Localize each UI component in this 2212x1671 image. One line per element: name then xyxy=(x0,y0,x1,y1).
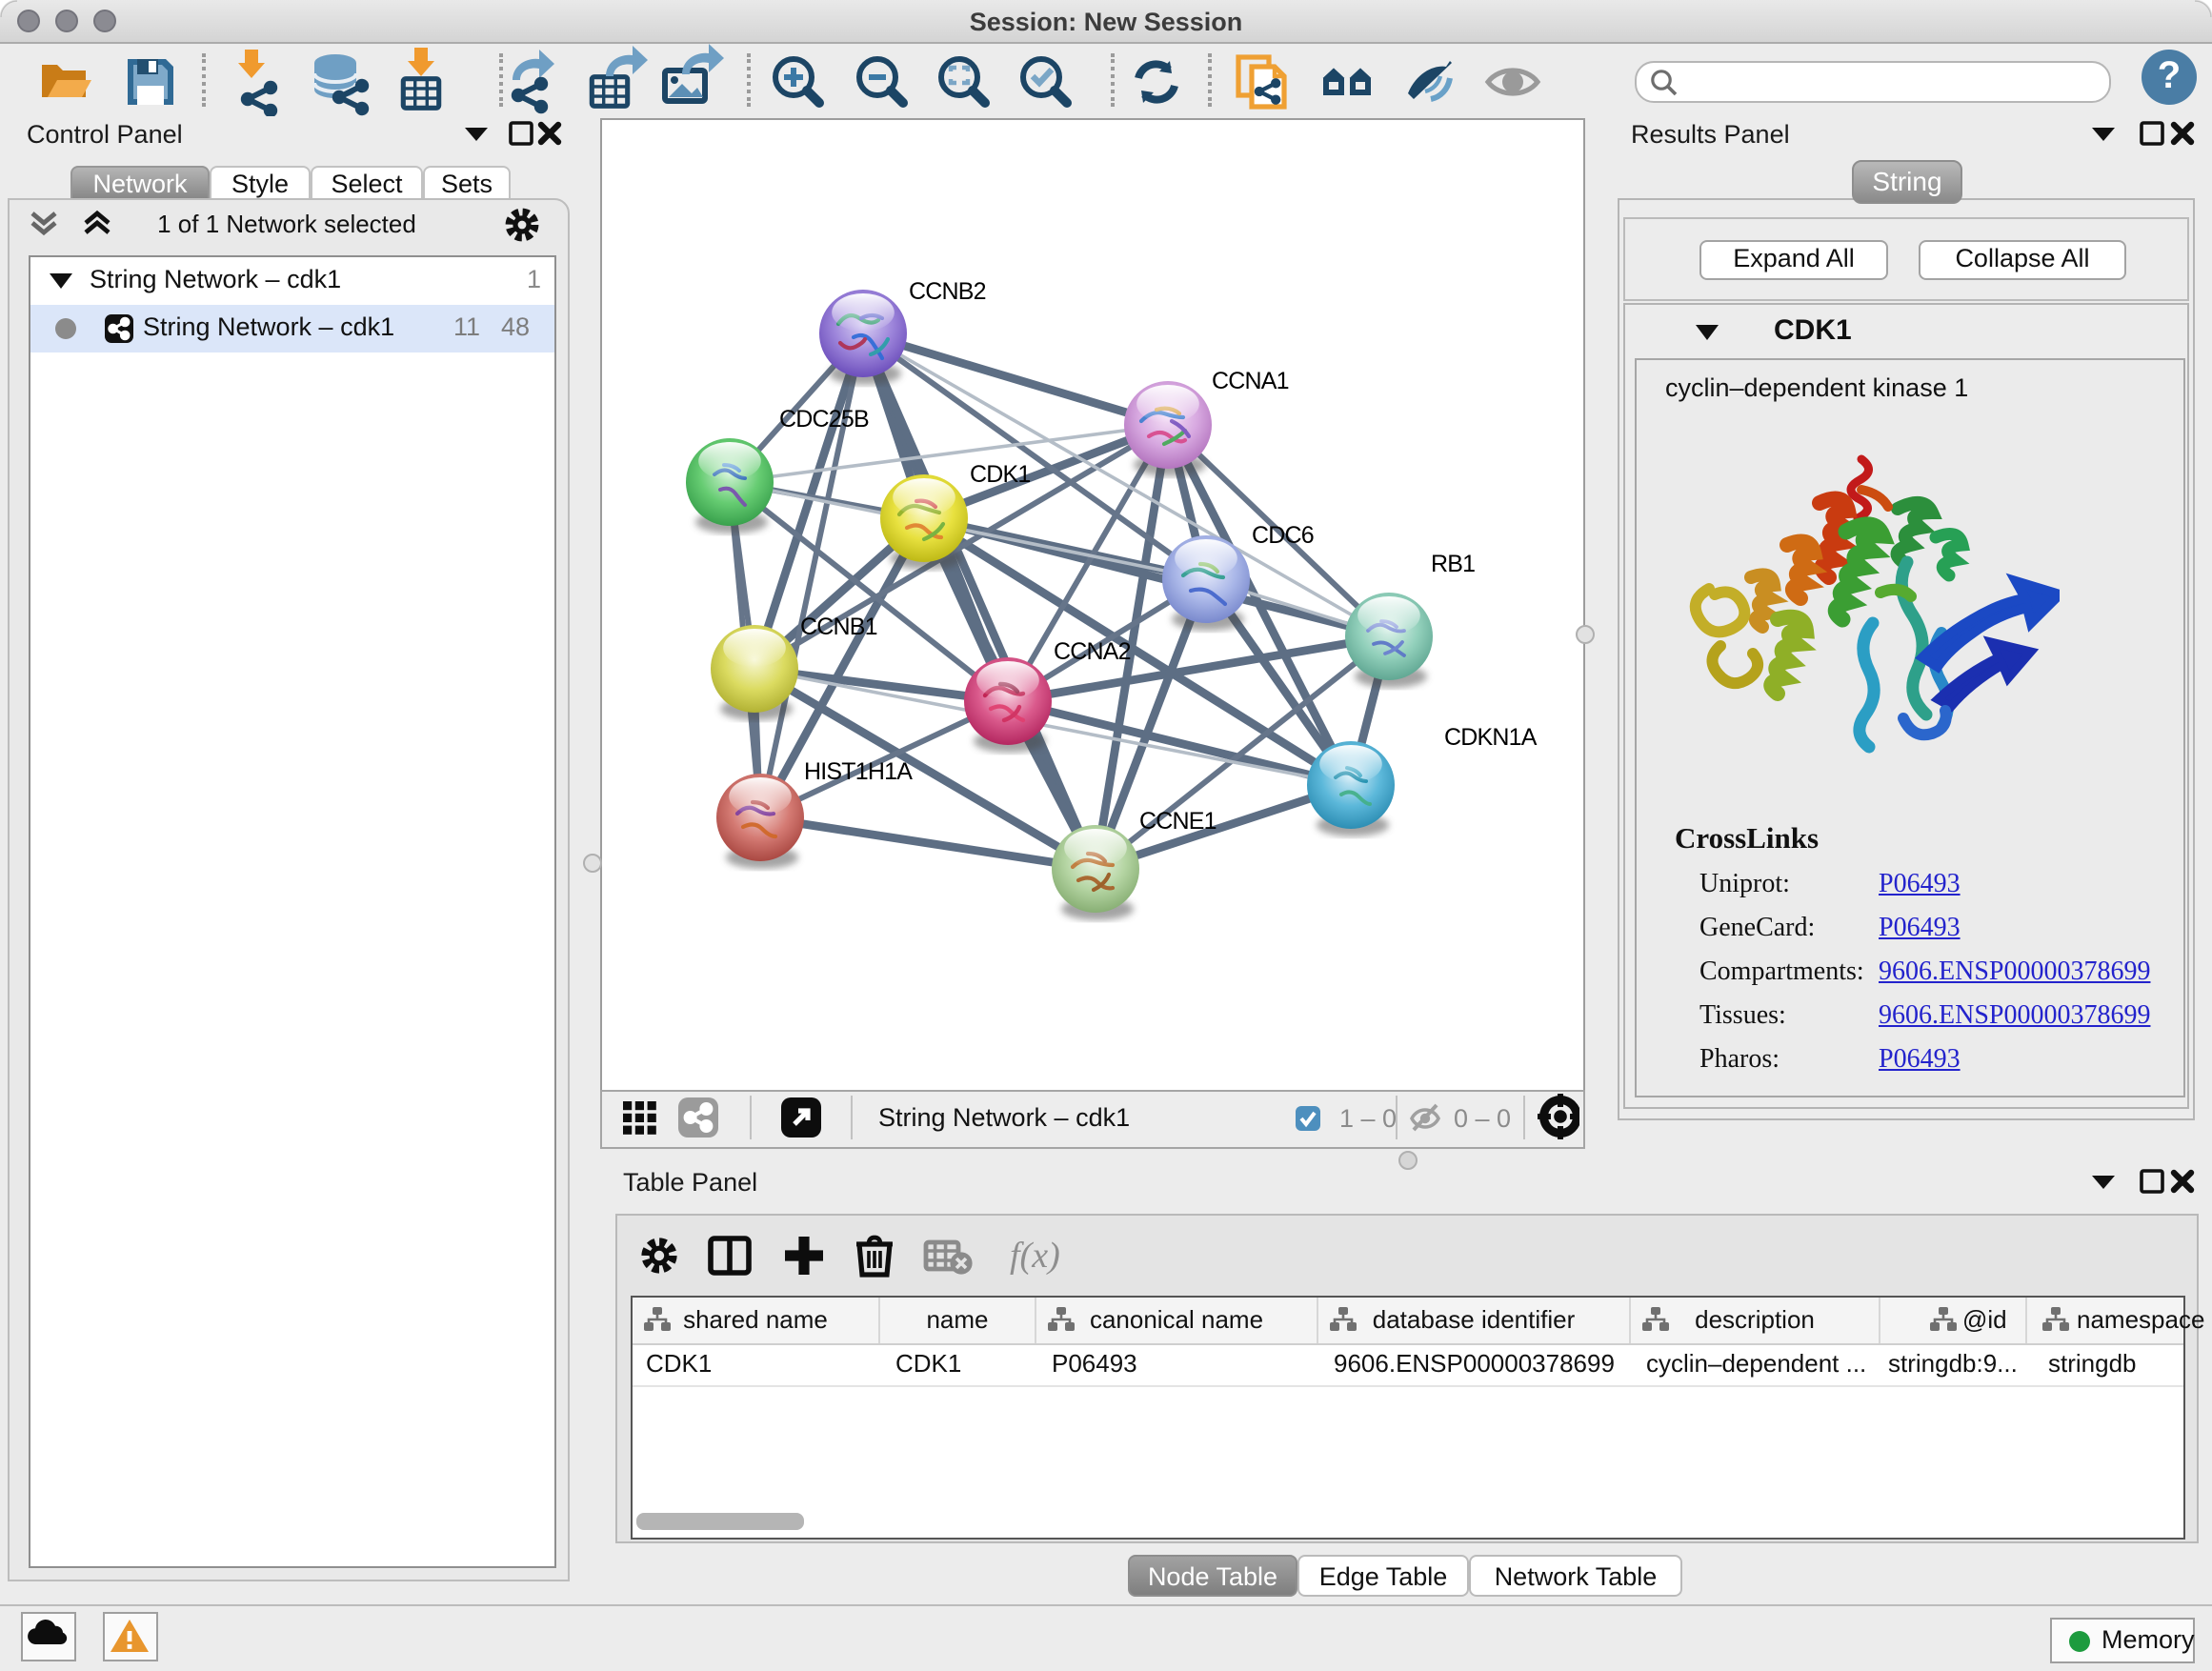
svg-text:CCNB1: CCNB1 xyxy=(800,614,877,640)
svg-text:CCNB2: CCNB2 xyxy=(909,278,986,305)
svg-text:0 – 0: 0 – 0 xyxy=(1454,1104,1511,1133)
svg-text:String Network – cdk1: String Network – cdk1 xyxy=(878,1103,1130,1132)
svg-text:1 – 0: 1 – 0 xyxy=(1339,1104,1397,1133)
svg-text:CCNE1: CCNE1 xyxy=(1139,808,1217,835)
svg-text:CCNA2: CCNA2 xyxy=(1054,638,1131,665)
svg-text:CDC6: CDC6 xyxy=(1252,522,1314,549)
svg-text:CDK1: CDK1 xyxy=(970,461,1031,488)
svg-text:HIST1H1A: HIST1H1A xyxy=(804,758,913,785)
svg-text:CCNA1: CCNA1 xyxy=(1212,368,1289,394)
svg-text:f(x): f(x) xyxy=(1010,1236,1060,1276)
svg-text:RB1: RB1 xyxy=(1431,551,1475,577)
svg-text:CDC25B: CDC25B xyxy=(779,406,869,433)
svg-text:CDKN1A: CDKN1A xyxy=(1444,724,1538,751)
